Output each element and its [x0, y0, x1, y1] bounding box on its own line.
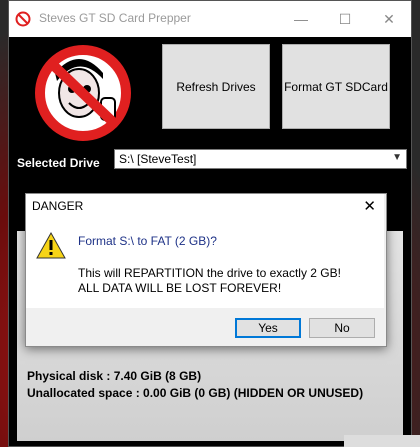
maximize-icon: ☐: [338, 10, 352, 27]
physical-disk-info: Physical disk : 7.40 GiB (8 GB): [27, 369, 202, 383]
no-entry-icon: [15, 11, 31, 32]
app-logo: [21, 43, 146, 143]
refresh-drives-button[interactable]: Refresh Drives: [162, 44, 270, 129]
title-bar: Steves GT SD Card Prepper — ☐ ✕: [9, 1, 411, 37]
drive-select-value: S:\ [SteveTest]: [119, 152, 197, 166]
danger-dialog: DANGER ✕ Format S:\ to FAT (2 GB)? This …: [25, 193, 387, 347]
taskbar-tray: [344, 435, 420, 447]
dialog-title: DANGER: [32, 199, 84, 213]
unallocated-space-info: Unallocated space : 0.00 GiB (0 GB) (HID…: [27, 386, 364, 400]
maximize-button[interactable]: ☐: [323, 1, 367, 37]
dialog-body: Format S:\ to FAT (2 GB)? This will REPA…: [26, 218, 384, 308]
format-gt-sdcard-button[interactable]: Format GT SDCard: [282, 44, 390, 129]
chevron-down-icon: ▼: [392, 152, 402, 163]
window-title: Steves GT SD Card Prepper: [39, 11, 191, 25]
dialog-question: Format S:\ to FAT (2 GB)?: [78, 234, 217, 248]
selected-drive-label: Selected Drive: [17, 156, 100, 170]
dialog-warning-line-2: ALL DATA WILL BE LOST FOREVER!: [78, 281, 282, 295]
no-button[interactable]: No: [309, 318, 375, 338]
dialog-close-icon[interactable]: ✕: [363, 197, 376, 215]
drive-select[interactable]: S:\ [SteveTest] ▼: [114, 149, 407, 169]
warning-icon: [36, 231, 66, 265]
close-button[interactable]: ✕: [367, 1, 411, 37]
dialog-title-bar: DANGER ✕: [26, 194, 384, 218]
close-icon: ✕: [383, 10, 395, 27]
dialog-warning-line-1: This will REPARTITION the drive to exact…: [78, 266, 341, 280]
yes-button[interactable]: Yes: [235, 318, 301, 338]
minimize-button[interactable]: —: [279, 1, 323, 37]
minimize-icon: —: [294, 11, 308, 27]
